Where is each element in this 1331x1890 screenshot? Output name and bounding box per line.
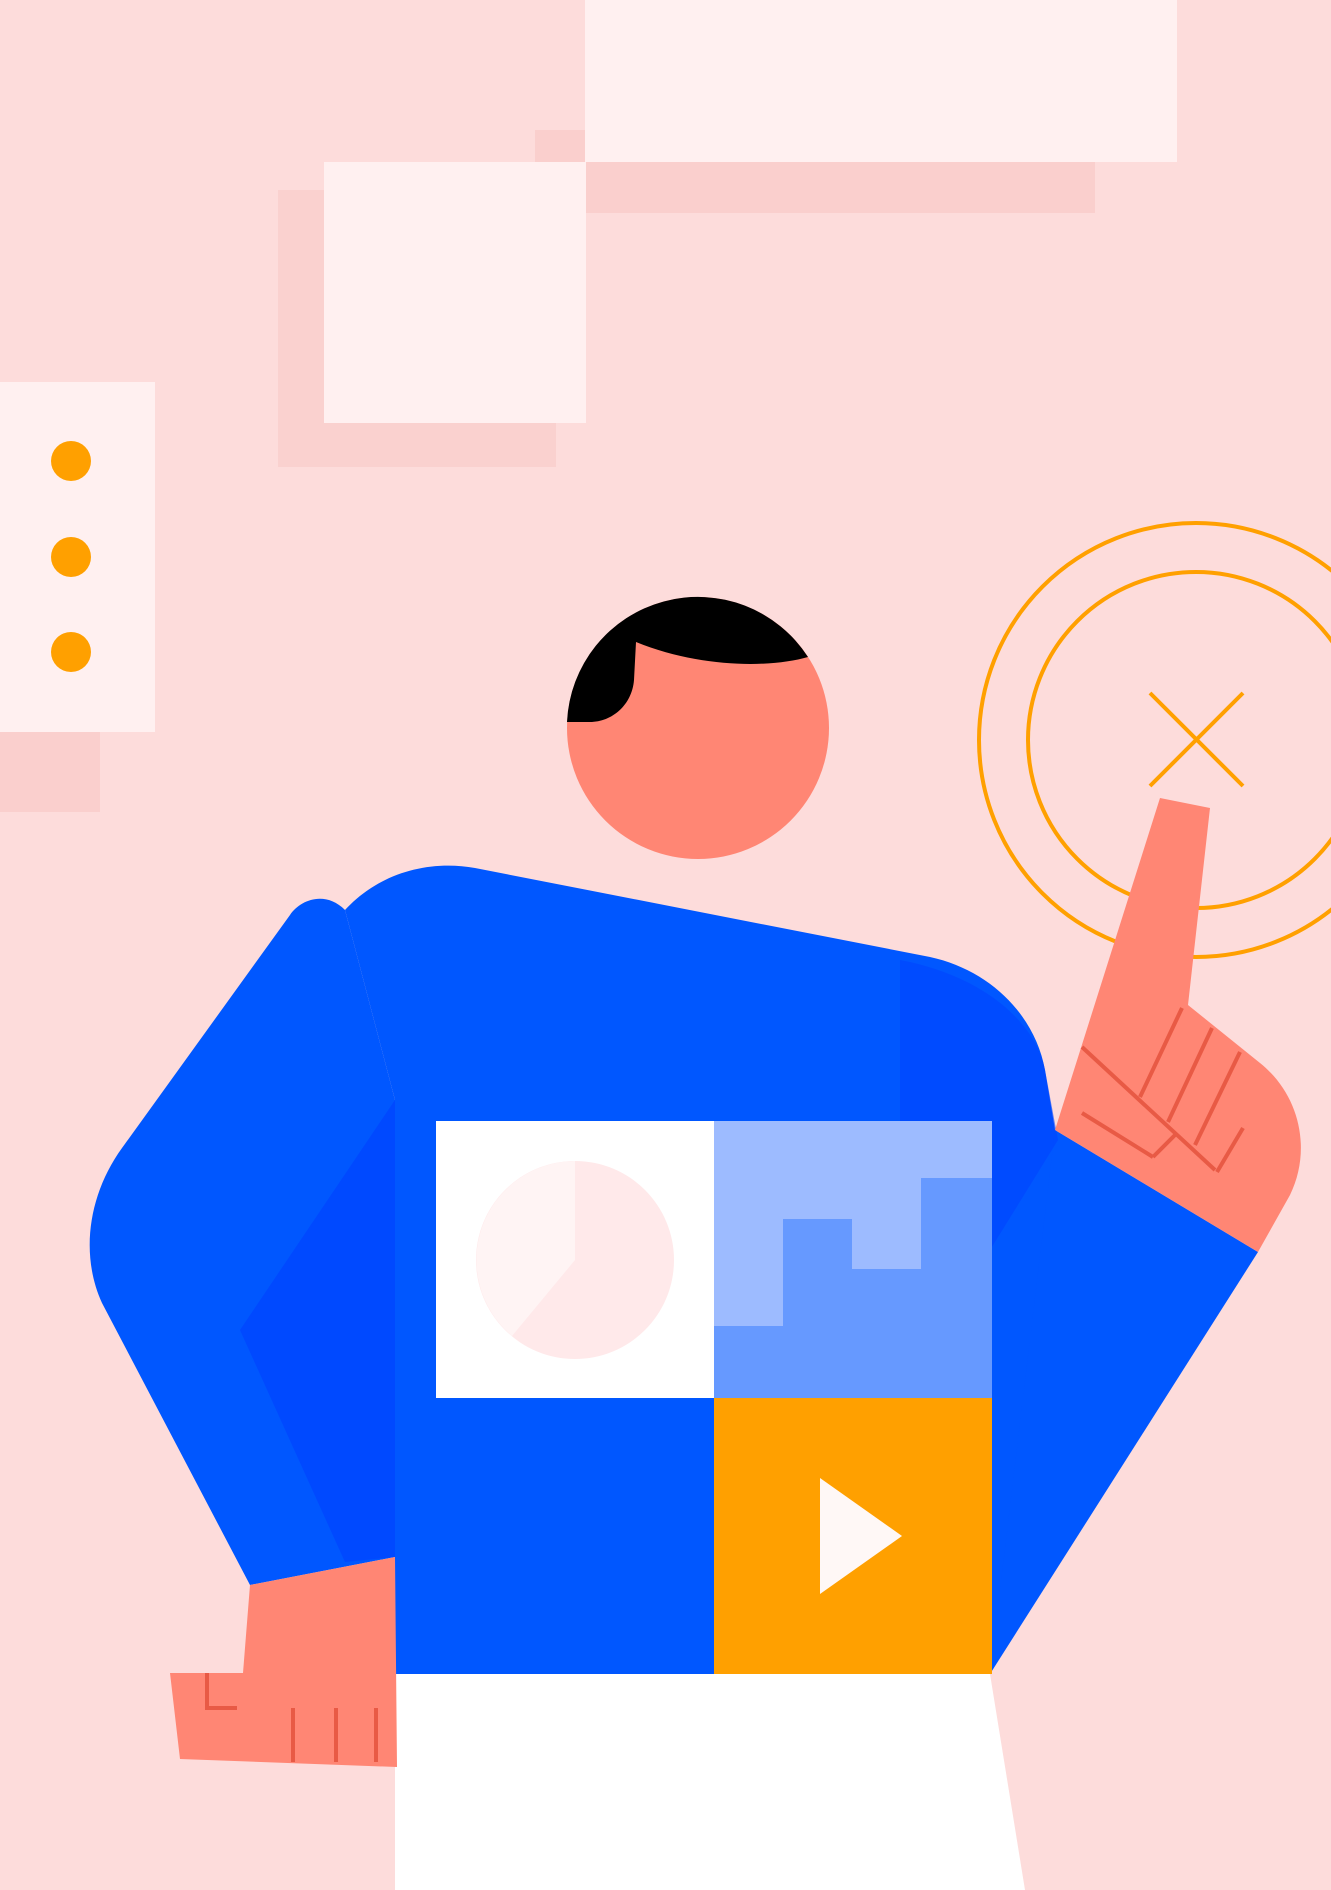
illustration-canvas	[0, 0, 1331, 1890]
play-tile[interactable]	[714, 1398, 992, 1674]
dot	[51, 441, 91, 481]
pants	[395, 1674, 1025, 1890]
pie-chart-tile[interactable]	[436, 1121, 714, 1398]
menu-card-shadow	[0, 730, 100, 812]
dot	[51, 537, 91, 577]
dot	[51, 632, 91, 672]
panel-square	[324, 162, 586, 423]
head	[567, 596, 829, 859]
step-chart-tile[interactable]	[714, 1121, 992, 1398]
panel-top-wide	[585, 0, 1177, 162]
pie-chart-icon	[476, 1161, 674, 1359]
